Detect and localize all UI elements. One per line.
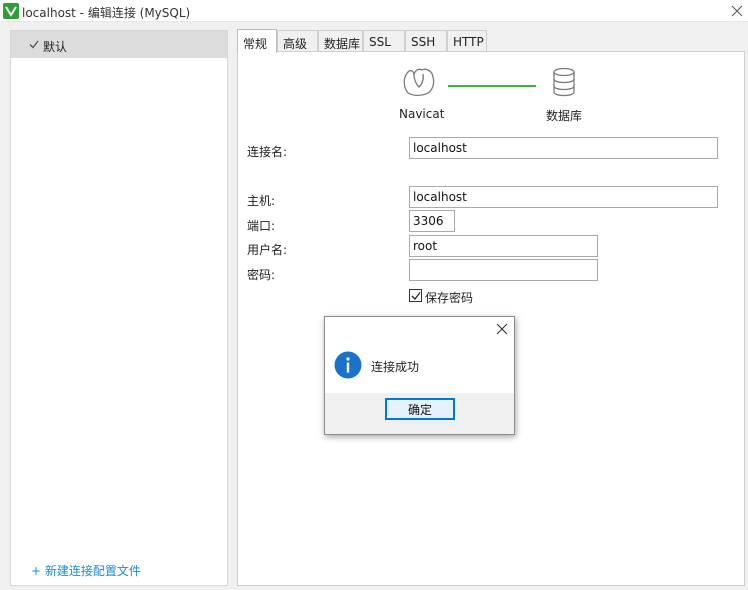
dialog-message: 连接成功	[371, 360, 420, 374]
tab-label: HTTP	[453, 35, 484, 49]
check-icon	[29, 40, 39, 49]
close-icon[interactable]	[496, 323, 508, 335]
navicat-logo-icon	[403, 68, 435, 97]
tab-database[interactable]: 数据库	[318, 30, 363, 52]
navicat-app-icon	[3, 3, 19, 19]
profile-label: 默认	[43, 40, 68, 54]
tab-ssl[interactable]: SSL	[363, 30, 405, 52]
connection-success-dialog: 连接成功 确定	[324, 316, 515, 435]
connection-name-label: 连接名:	[247, 145, 288, 159]
window-title: localhost - 编辑连接 (MySQL)	[22, 6, 191, 20]
tab-label: 高级	[283, 37, 308, 51]
password-input[interactable]	[409, 259, 598, 281]
check-icon	[411, 292, 421, 300]
navicat-label: Navicat	[399, 107, 445, 121]
profile-item-default[interactable]: 默认	[11, 31, 227, 58]
tab-general[interactable]: 常规	[237, 29, 277, 53]
ok-button[interactable]: 确定	[385, 398, 455, 420]
port-input[interactable]	[409, 210, 455, 232]
window-titlebar: localhost - 编辑连接 (MySQL)	[0, 0, 748, 22]
tab-advanced[interactable]: 高级	[277, 30, 318, 52]
host-input[interactable]	[409, 186, 718, 208]
tab-label: 数据库	[324, 37, 361, 51]
dialog-header	[325, 317, 514, 341]
profile-sidebar: 默认 + 新建连接配置文件	[10, 30, 228, 586]
info-icon	[334, 351, 362, 379]
tab-label: 常规	[243, 37, 268, 51]
database-icon	[553, 67, 575, 97]
database-label: 数据库	[546, 109, 583, 123]
password-label: 密码:	[247, 268, 276, 282]
port-label: 端口:	[247, 219, 276, 233]
username-label: 用户名:	[247, 243, 288, 257]
save-password-checkbox[interactable]	[409, 289, 422, 302]
connection-name-input[interactable]	[409, 137, 718, 159]
connection-line	[448, 85, 536, 87]
save-password-label: 保存密码	[425, 291, 474, 305]
tab-label: SSH	[411, 35, 436, 49]
username-input[interactable]	[409, 235, 598, 257]
host-label: 主机:	[247, 194, 276, 208]
close-icon[interactable]	[726, 0, 748, 22]
new-profile-link[interactable]: + 新建连接配置文件	[31, 562, 141, 579]
tab-label: SSL	[369, 35, 391, 49]
tab-http[interactable]: HTTP	[447, 30, 487, 52]
tab-ssh[interactable]: SSH	[405, 30, 447, 52]
dialog-body: 连接成功	[325, 341, 514, 393]
